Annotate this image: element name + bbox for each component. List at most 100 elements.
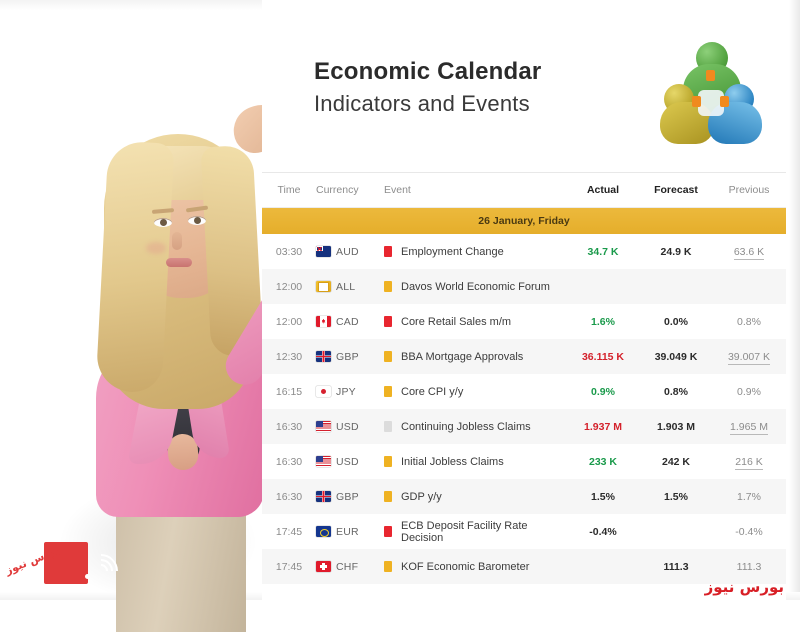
cell-currency: JPY	[316, 386, 378, 398]
column-header-previous[interactable]: Previous	[712, 184, 786, 196]
column-header-time[interactable]: Time	[262, 184, 316, 196]
presenter-hair-left	[95, 140, 175, 394]
cell-time: 03:30	[275, 245, 303, 258]
presenter-iris-right	[194, 217, 201, 224]
event-name[interactable]: Davos World Economic Forum	[401, 281, 550, 293]
cell-forecast: 0.8%	[640, 386, 712, 398]
cell-previous: 0.9%	[712, 386, 786, 398]
page-root: Economic Calendar Indicators and Events …	[0, 0, 800, 632]
cell-event: Initial Jobless Claims	[378, 456, 566, 468]
impact-med-icon	[384, 491, 392, 502]
forecast-value: 111.3	[663, 560, 689, 573]
cell-forecast: 242 K	[640, 456, 712, 468]
currency-code: GBP	[336, 350, 359, 363]
cell-event: Davos World Economic Forum	[378, 281, 566, 293]
impact-med-icon	[384, 456, 392, 467]
cell-time: 12:00	[275, 280, 303, 293]
cell-time: 16:30	[275, 420, 303, 433]
presenter-iris-left	[160, 219, 167, 226]
currency-code: CHF	[336, 560, 359, 573]
cell-currency: GBP	[316, 351, 378, 363]
impact-med-icon	[384, 281, 392, 292]
cell-actual: 1.937 M	[566, 421, 640, 433]
forecast-value: 39.049 K	[654, 350, 698, 363]
previous-value: 63.6 K	[733, 245, 765, 260]
cell-currency: USD	[316, 421, 378, 433]
actual-value: 1.6%	[591, 315, 615, 328]
table-row[interactable]: 12:30 GBP BBA Mortgage Approvals 36.115 K 39…	[262, 339, 786, 374]
actual-value: 233 K	[588, 455, 618, 468]
impact-med-icon	[384, 351, 392, 362]
cell-previous: 1.965 M	[712, 420, 786, 435]
table-row[interactable]: 16:30 USD Continuing Jobless Claims 1.937 M…	[262, 409, 786, 444]
cell-time: 12:30	[275, 350, 303, 363]
previous-value: 0.9%	[737, 385, 761, 398]
logo-orange-chip-3	[720, 96, 729, 107]
table-row[interactable]: 16:30 USD Initial Jobless Claims 233 K 242 K…	[262, 444, 786, 479]
forecast-value: 1.5%	[664, 490, 688, 503]
column-header-forecast[interactable]: Forecast	[640, 184, 712, 196]
table-row[interactable]: 17:45 EUR ECB Deposit Facility Rate Decisi…	[262, 514, 786, 549]
column-header-currency[interactable]: Currency	[316, 184, 378, 196]
flag-japan-icon	[316, 386, 331, 397]
cell-currency: AUD	[316, 246, 378, 258]
economic-calendar-table: Time Currency Event Actual Forecast Prev…	[262, 172, 786, 584]
flag-canada-icon	[316, 316, 331, 327]
maple-leaf-icon	[321, 318, 326, 325]
forecast-value: 242 K	[661, 455, 691, 468]
cell-time: 16:15	[275, 385, 303, 398]
event-name[interactable]: BBA Mortgage Approvals	[401, 351, 523, 363]
column-header-event[interactable]: Event	[378, 184, 566, 196]
currency-code: AUD	[336, 245, 359, 258]
flag-uk-icon	[316, 491, 331, 502]
previous-value: 216 K	[735, 455, 763, 470]
table-row[interactable]: 16:15 JPY Core CPI y/y 0.9% 0.8% 0.9%	[262, 374, 786, 409]
metatrader-logo-icon	[658, 40, 762, 144]
cell-currency: CHF	[316, 561, 378, 573]
impact-high-icon	[384, 246, 392, 257]
event-name[interactable]: ECB Deposit Facility Rate Decision	[401, 520, 566, 544]
watermark-dot	[85, 574, 90, 579]
previous-value: 0.8%	[737, 315, 761, 328]
cell-currency: CAD	[316, 316, 378, 328]
cell-previous: 63.6 K	[712, 245, 786, 260]
date-band-label: 26 January, Friday	[478, 215, 570, 227]
table-row[interactable]: 12:00 CAD Core Retail Sales m/m 1.6% 0.0% 0.8…	[262, 304, 786, 339]
event-name[interactable]: Continuing Jobless Claims	[401, 421, 531, 433]
cell-time: 17:45	[275, 560, 303, 573]
table-row[interactable]: 03:30 AUD Employment Change 34.7 K 24.9 K 63.…	[262, 234, 786, 269]
previous-value: 1.965 M	[730, 420, 768, 435]
cell-actual: 34.7 K	[566, 246, 640, 258]
currency-code: EUR	[336, 525, 359, 538]
previous-value: 39.007 K	[727, 350, 771, 365]
event-name[interactable]: Core Retail Sales m/m	[401, 316, 511, 328]
event-name[interactable]: Initial Jobless Claims	[401, 456, 504, 468]
table-row[interactable]: 16:30 GBP GDP y/y 1.5% 1.5% 1.7%	[262, 479, 786, 514]
logo-orange-chip-1	[706, 70, 715, 81]
impact-med-icon	[384, 386, 392, 397]
cell-currency: GBP	[316, 491, 378, 503]
cell-actual: 36.115 K	[566, 351, 640, 363]
event-name[interactable]: GDP y/y	[401, 491, 442, 503]
table-row[interactable]: 12:00 ALL Davos World Economic Forum	[262, 269, 786, 304]
impact-high-icon	[384, 316, 392, 327]
presenter-photo	[20, 42, 361, 632]
event-name[interactable]: Employment Change	[401, 246, 504, 258]
event-name[interactable]: KOF Economic Barometer	[401, 561, 529, 573]
actual-value: 1.937 M	[584, 420, 622, 433]
flag-usa-icon	[316, 421, 331, 432]
column-header-actual[interactable]: Actual	[566, 184, 640, 196]
event-name[interactable]: Core CPI y/y	[401, 386, 463, 398]
cell-actual: 1.5%	[566, 491, 640, 503]
cell-currency: EUR	[316, 526, 378, 538]
currency-code: USD	[336, 420, 359, 433]
currency-code: CAD	[336, 315, 359, 328]
forecast-value: 0.8%	[664, 385, 688, 398]
cell-event: GDP y/y	[378, 491, 566, 503]
actual-value: 0.9%	[591, 385, 615, 398]
forecast-value: 0.0%	[664, 315, 688, 328]
cell-event: KOF Economic Barometer	[378, 561, 566, 573]
actual-value: -0.4%	[589, 525, 617, 538]
cell-previous: 39.007 K	[712, 350, 786, 365]
flag-usa-icon	[316, 456, 331, 467]
